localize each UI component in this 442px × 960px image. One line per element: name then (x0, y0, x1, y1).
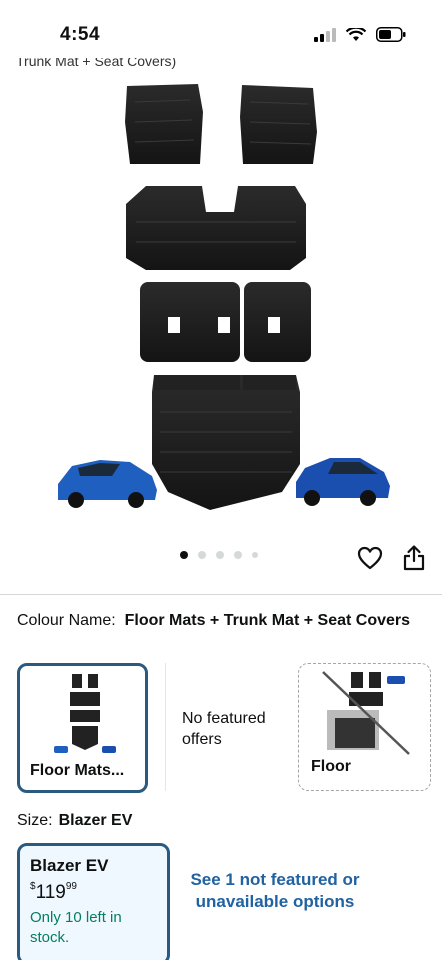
colour-name-label: Colour Name: (17, 612, 116, 629)
size-option-price: $11999 (30, 880, 77, 903)
pagination-dot[interactable] (234, 551, 242, 559)
status-time: 4:54 (60, 24, 101, 45)
size-label: Size: (17, 812, 53, 829)
section-divider (0, 594, 442, 595)
size-option-blazer-ev[interactable]: Blazer EV $11999 Only 10 left in stock. (17, 843, 170, 960)
size-value: Blazer EV (58, 812, 133, 829)
stock-status: Only 10 left in stock. (30, 909, 122, 946)
share-icon[interactable] (402, 544, 426, 572)
pagination-dot[interactable] (252, 552, 258, 558)
status-icons (314, 27, 406, 42)
no-featured-offers-text: No featured offers (182, 710, 266, 748)
pagination-dot[interactable] (198, 551, 206, 559)
product-image-gallery[interactable] (0, 72, 442, 542)
signal-icon (314, 27, 336, 42)
right-car-image (296, 458, 390, 506)
swatch-floor[interactable]: Floor (298, 663, 431, 791)
swatch-thumbnail-unavailable (322, 671, 410, 755)
size-row: Size: Blazer EV (17, 812, 132, 830)
swatch-divider (165, 663, 166, 791)
wifi-icon (346, 27, 366, 41)
swatch-label: Floor (311, 758, 351, 775)
swatch-thumbnail (54, 674, 116, 753)
swatch-floor-mats-trunk-seat[interactable]: Floor Mats... (17, 663, 148, 793)
swatch-label: Floor Mats... (30, 762, 125, 779)
colour-name-row: Colour Name: Floor Mats + Trunk Mat + Se… (17, 610, 417, 632)
status-bar: 4:54 (0, 0, 442, 62)
colour-name-value: Floor Mats + Trunk Mat + Seat Covers (124, 612, 411, 629)
size-option-name: Blazer EV (30, 856, 109, 875)
battery-icon (376, 27, 406, 42)
see-unavailable-options-link[interactable]: See 1 not featured or unavailable option… (190, 869, 360, 913)
pagination-dot[interactable] (216, 551, 224, 559)
product-image (58, 84, 390, 510)
pagination-dot-active[interactable] (180, 551, 188, 559)
gallery-pagination[interactable] (180, 551, 258, 559)
left-car-image (58, 460, 157, 508)
heart-icon[interactable] (357, 545, 383, 571)
product-title-cut: Trunk Mat + Seat Covers) (16, 58, 177, 69)
